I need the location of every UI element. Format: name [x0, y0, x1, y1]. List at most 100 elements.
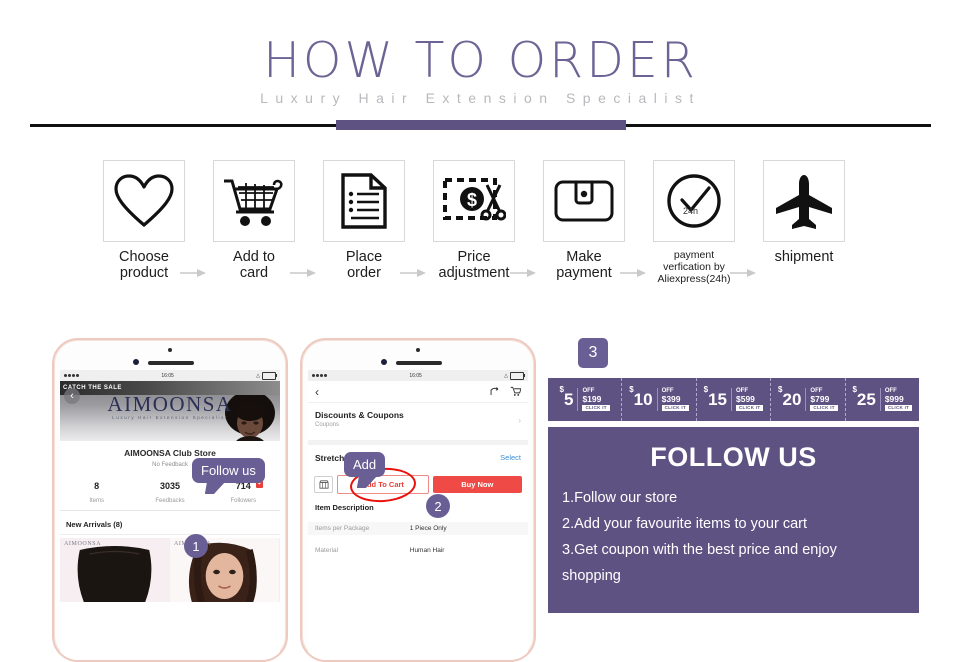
back-button[interactable]: ‹ [315, 386, 319, 398]
product-image-weave [60, 538, 169, 602]
follow-us-steps: 1.Follow our store 2.Add your favourite … [548, 473, 919, 589]
earpiece-speaker [148, 361, 194, 365]
step-label: Price adjustment [438, 249, 510, 281]
step-icon-box: 24h [653, 160, 735, 242]
follow-step: shopping [562, 568, 621, 584]
step-label: shipment [774, 249, 834, 265]
status-bar: 16:05 △ [60, 370, 280, 381]
buy-now-button[interactable]: Buy Now [432, 475, 522, 493]
status-bar: 16:05 △ [308, 370, 528, 381]
step-label: Choose product [119, 249, 169, 281]
step-icon-box: $ [433, 160, 515, 242]
section-separator [308, 440, 528, 445]
stretched-length-row[interactable]: Stretched Length Select [308, 453, 528, 463]
coupon-condition: $599 [736, 394, 755, 404]
description-value: Human Hair [409, 547, 445, 554]
coupon-cta[interactable]: CLICK IT [582, 404, 610, 411]
stat-value: 8 [94, 481, 100, 491]
coupon-condition: $199 [582, 394, 602, 404]
step-label: Make payment [556, 249, 612, 281]
step-badge-3: 3 [578, 338, 608, 368]
follow-step: 3.Get coupon with the best price and enj… [562, 542, 837, 558]
select-link[interactable]: Select [500, 453, 521, 462]
document-icon [341, 173, 387, 229]
phone-mockup-product: 16:05 △ ‹ Discounts & Coupons Coupons › … [300, 338, 536, 662]
price-tag-scissors-icon: $ [443, 178, 506, 221]
coupon-cta[interactable]: CLICK IT [884, 404, 913, 411]
step-shipment: shipment [756, 160, 852, 265]
coupon-condition: $799 [810, 394, 830, 404]
coupon-cta[interactable]: CLICK IT [736, 404, 764, 411]
store-brand-tagline: Luxury Hair Extension Specialist [112, 415, 228, 420]
stat-caption: Followers [230, 498, 257, 504]
description-row: Material Human Hair [308, 544, 528, 557]
product-watermark: AIMOONSA [64, 541, 102, 547]
coupon-condition: $999 [884, 394, 904, 404]
battery-icon [262, 371, 277, 380]
step-add-to-cart: Add to card [206, 160, 302, 281]
page-subtitle: Luxury Hair Extension Specialist [260, 90, 701, 106]
wifi-icon: △ [256, 372, 260, 379]
heart-icon [114, 174, 174, 227]
phone-mockup-store: 16:05 △ CATCH THE SALE ‹ AIMOONSA Luxury… [52, 338, 288, 662]
follow-us-tooltip: Follow us [192, 458, 265, 483]
step-arrow [400, 268, 426, 278]
description-value: 1 Piece Only [409, 525, 447, 532]
airplane-icon [776, 175, 832, 229]
status-time: 16:05 [409, 372, 422, 379]
item-description-title: Item Description [315, 503, 374, 512]
page-title: HOW TO ORDER [263, 32, 698, 89]
follow-step: 2.Add your favourite items to your cart [562, 516, 807, 532]
step-badge-1: 1 [184, 534, 208, 558]
signal-dots-icon [312, 374, 327, 377]
stat-caption: Feedbacks [155, 498, 185, 504]
stat-items[interactable]: 8 Items [60, 476, 133, 510]
front-camera-icon [168, 348, 172, 352]
stat-value: 3035 [159, 481, 180, 491]
how-to-order-infographic: HOW TO ORDER Luxury Hair Extension Speci… [0, 0, 961, 662]
product-card[interactable]: AIMOONSA [60, 538, 170, 602]
step-icon-box [103, 160, 185, 242]
coupon-condition: $399 [661, 394, 681, 404]
phone-screen: 16:05 △ ‹ Discounts & Coupons Coupons › … [308, 370, 528, 660]
stat-caption: Items [89, 498, 104, 504]
order-steps: Choose product Add to card Place order $… [0, 160, 961, 296]
coupon-cta[interactable]: CLICK IT [810, 404, 838, 411]
proximity-sensor-icon [133, 359, 139, 365]
step-arrow [180, 268, 206, 278]
new-arrivals-title: New Arrivals (8) [60, 514, 280, 535]
step-place-order: Place order [316, 160, 412, 281]
coupon-amount: $15 [703, 385, 727, 409]
add-tooltip: Add [344, 452, 386, 477]
clock-check-icon: 24h [667, 174, 721, 228]
step-icon-box [213, 160, 295, 242]
share-icon[interactable] [489, 386, 500, 397]
description-key: Items per Package [315, 525, 370, 532]
coupon-item[interactable]: $20 OFF $799 CLICK IT [771, 378, 846, 421]
coupon-item[interactable]: $5 OFF $199 CLICK IT [548, 378, 623, 421]
coupon-amount: $5 [559, 385, 574, 409]
store-brand-name: AIMOONSA [107, 392, 233, 416]
step-icon-box [763, 160, 845, 242]
step-arrow [510, 268, 536, 278]
coupon-item[interactable]: $10 OFF $399 CLICK IT [622, 378, 697, 421]
coupon-amount: $20 [778, 385, 802, 409]
discounts-coupons-row[interactable]: Discounts & Coupons Coupons › [308, 410, 528, 428]
cart-icon[interactable] [510, 386, 521, 397]
description-row: Items per Package 1 Piece Only [308, 522, 528, 535]
clock-24h-label: 24h [683, 206, 698, 216]
store-icon[interactable] [314, 475, 333, 493]
step-label: Place order [345, 249, 383, 281]
coupon-item[interactable]: $25 OFF $999 CLICK IT [846, 378, 919, 421]
header: HOW TO ORDER Luxury Hair Extension Speci… [0, 0, 961, 136]
coupon-amount: $10 [629, 385, 653, 409]
coupon-cta[interactable]: CLICK IT [661, 404, 689, 411]
wallet-icon [554, 180, 614, 222]
coupon-item[interactable]: $15 OFF $599 CLICK IT [697, 378, 772, 421]
earpiece-speaker [396, 361, 442, 365]
product-grid: AIMOONSA AIMOONSA [60, 538, 280, 602]
discounts-subtitle: Coupons [315, 422, 340, 428]
front-camera-icon [416, 348, 420, 352]
proximity-sensor-icon [381, 359, 387, 365]
product-nav-bar: ‹ [308, 381, 528, 403]
